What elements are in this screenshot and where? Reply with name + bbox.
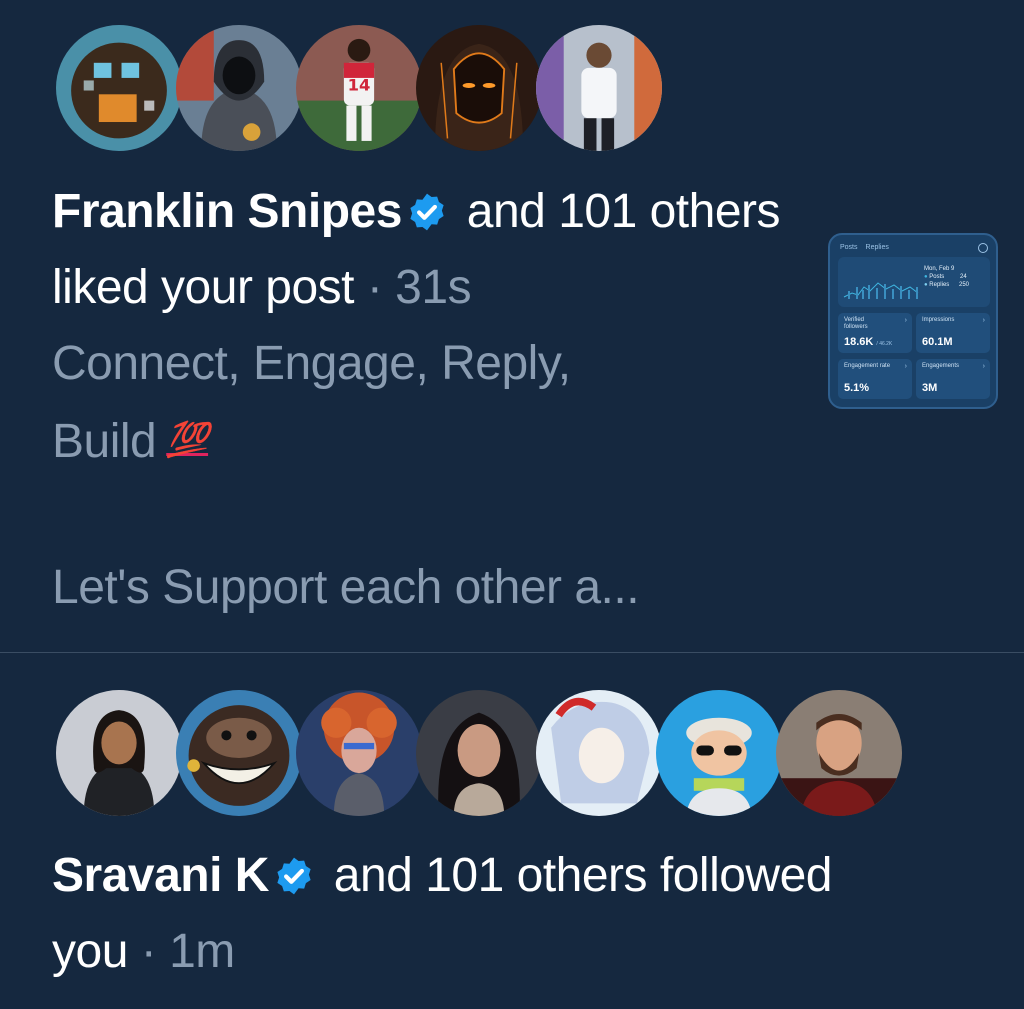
like-notification-text: Franklin Snipes and 101 others liked you… [52,174,792,480]
svg-text:14: 14 [348,76,371,95]
stat-card-engagements: Engagements › 3M [916,359,990,399]
avatar[interactable] [176,690,302,816]
liker-avatars: 14 [56,25,662,151]
post-preview-line-2: Build [52,415,157,468]
actor-name[interactable]: Franklin Snipes [52,185,402,238]
avatar[interactable] [296,690,422,816]
tooltip-date: Mon, Feb 9 [924,266,955,272]
verified-badge-icon [406,180,448,231]
post-preview-line-1: Connect, Engage, Reply, [52,337,571,390]
avatar[interactable] [56,25,182,151]
avatar[interactable] [536,690,662,816]
avatar[interactable] [536,25,662,151]
like-notification[interactable]: 14 Franklin Snipes and 101 others liked … [0,0,1024,652]
post-preview-truncated: Let's Support each other a... [52,561,640,614]
separator: · [140,925,157,978]
verified-badge-icon [273,844,315,895]
tooltip-posts: ● Posts 24 [924,274,967,280]
post-media-thumbnail[interactable]: Posts Replies Mon, Feb 9 ● Posts 24 ● Re… [828,233,998,409]
analytics-chart: Mon, Feb 9 ● Posts 24 ● Replies 250 [838,257,990,307]
stat-card-engagement-rate: Engagement rate › 5.1% [838,359,912,399]
avatar[interactable] [56,690,182,816]
stat-card-verified-followers: Verified followers › 18.6K / 46.2K [838,313,912,353]
tab-replies: Replies [865,244,889,251]
avatar[interactable]: 14 [296,25,422,151]
info-icon [978,243,988,253]
analytics-tabs: Posts Replies [840,244,889,251]
separator: · [366,261,383,314]
stat-card-impressions: Impressions › 60.1M [916,313,990,353]
avatar[interactable] [416,25,542,151]
tooltip-replies: ● Replies 250 [924,282,969,288]
divider [0,652,1024,653]
avatar[interactable] [656,690,782,816]
action-text-continued: you [52,925,128,978]
avatar[interactable] [176,25,302,151]
follow-notification-text: Sravani K and 101 others followed you · … [52,838,1012,990]
hundred-points-icon: 💯 [166,421,209,459]
chart-tooltip: Mon, Feb 9 ● Posts 24 ● Replies 250 [924,265,969,289]
timestamp: 31s [395,261,472,314]
actor-name[interactable]: Sravani K [52,849,269,902]
follower-avatars [56,690,902,816]
tab-posts: Posts [840,244,858,251]
action-text: and 101 others followed [333,849,833,902]
avatar[interactable] [416,690,542,816]
timestamp: 1m [169,925,235,978]
avatar[interactable] [776,690,902,816]
